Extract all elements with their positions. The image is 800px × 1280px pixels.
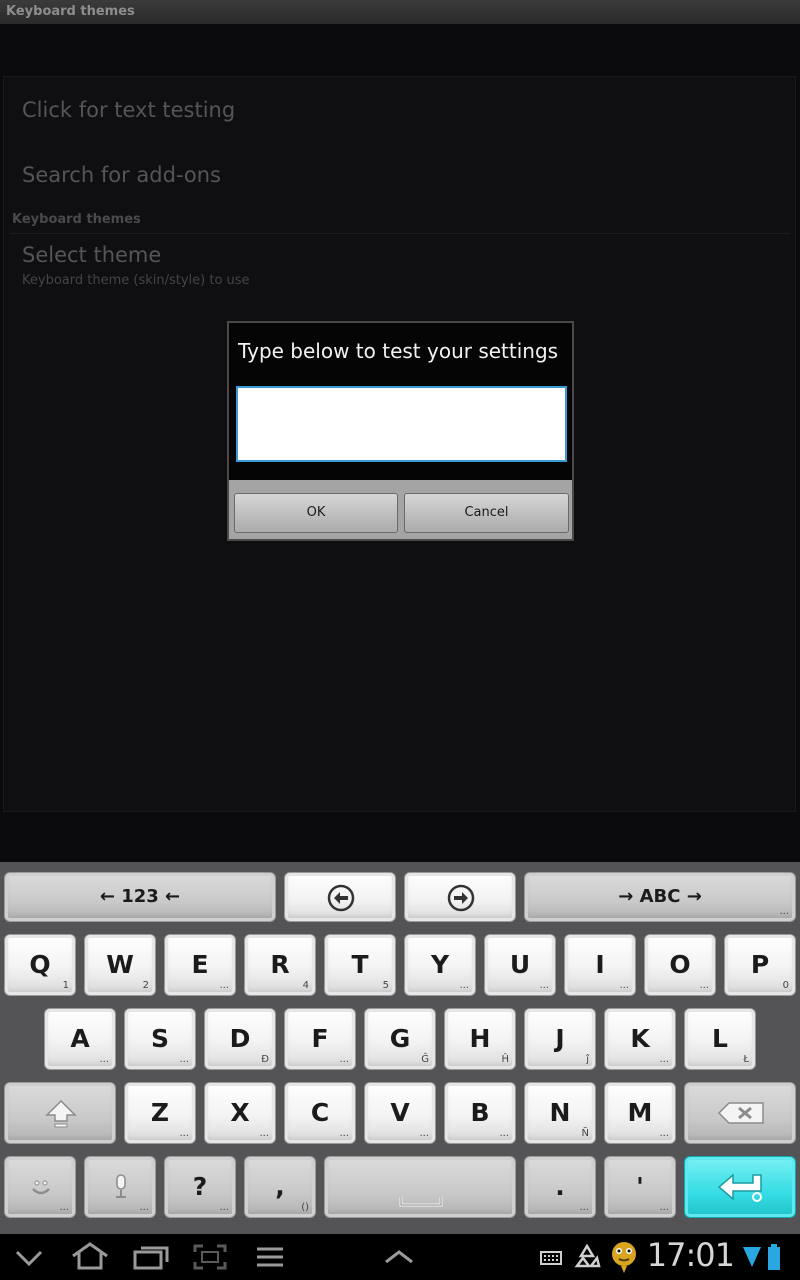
key-j[interactable]: Jĵ [524,1008,596,1070]
enter-key[interactable] [684,1156,796,1218]
soft-keyboard: ← 123 ← → ABC → ... Q1 W2 E... R4 T5 Y..… [0,862,800,1234]
apostrophe-key[interactable]: '... [604,1156,676,1218]
microphone-icon [116,1174,126,1198]
backspace-icon [717,1102,764,1124]
letters-mode-key[interactable]: → ABC → ... [524,872,796,922]
system-bar: 17:01 [0,1234,800,1280]
cancel-button[interactable]: Cancel [404,493,569,533]
backspace-key[interactable] [684,1082,796,1144]
cursor-left-key[interactable] [284,872,396,922]
shift-arrow-icon [45,1099,77,1128]
key-h[interactable]: HĤ [444,1008,516,1070]
key-z[interactable]: Z... [124,1082,196,1144]
enter-arrow-icon [717,1173,762,1202]
key-n[interactable]: NÑ [524,1082,596,1144]
letters-mode-label: → ABC → [618,886,702,908]
key-g[interactable]: GĜ [364,1008,436,1070]
key-x[interactable]: X... [204,1082,276,1144]
menu-icon[interactable] [255,1246,285,1268]
emoji-key[interactable]: ... [4,1156,76,1218]
screenshot-icon[interactable] [193,1244,227,1270]
key-t[interactable]: T5 [324,934,396,996]
recycle-icon [574,1244,601,1268]
key-y[interactable]: Y... [404,934,476,996]
category-divider [10,233,790,234]
key-d[interactable]: DĐ [204,1008,276,1070]
key-l[interactable]: LŁ [684,1008,756,1070]
window-title: Keyboard themes [0,0,800,24]
key-u[interactable]: U... [484,934,556,996]
numbers-mode-key[interactable]: ← 123 ← [4,872,276,922]
numbers-mode-label: ← 123 ← [99,886,181,908]
period-key[interactable]: .... [524,1156,596,1218]
status-clock: 17:01 [646,1236,735,1274]
key-p[interactable]: P0 [724,934,796,996]
comma-key[interactable]: ,() [244,1156,316,1218]
test-text-input[interactable] [236,386,567,462]
dialog-title: Type below to test your settings [238,339,559,363]
key-b[interactable]: B... [444,1082,516,1144]
home-icon[interactable] [70,1242,110,1270]
cursor-right-key[interactable] [404,872,516,922]
key-f[interactable]: F... [284,1008,356,1070]
pref-category-keyboard-themes: Keyboard themes [12,212,141,227]
shift-key[interactable] [4,1082,116,1144]
space-icon [399,1197,443,1207]
app-face-icon [612,1242,636,1273]
pref-select-theme[interactable]: Select theme [22,243,161,267]
key-o[interactable]: O... [644,934,716,996]
key-m[interactable]: M... [604,1082,676,1144]
key-s[interactable]: S... [124,1008,196,1070]
recent-apps-icon[interactable] [133,1244,169,1270]
space-key[interactable] [324,1156,516,1218]
letters-mode-sub: ... [779,906,789,917]
pref-select-theme-summary: Keyboard theme (skin/style) to use [22,273,250,288]
test-settings-dialog: Type below to test your settings OK Canc… [227,321,574,541]
wifi-icon [743,1247,761,1267]
key-v[interactable]: V... [364,1082,436,1144]
ok-button[interactable]: OK [234,493,398,533]
pref-search-addons[interactable]: Search for add-ons [22,163,221,187]
battery-icon [768,1244,780,1270]
key-c[interactable]: C... [284,1082,356,1144]
microphone-key[interactable]: ... [84,1156,156,1218]
keyboard-status-icon [540,1251,562,1265]
key-w[interactable]: W2 [84,934,156,996]
back-icon[interactable] [14,1248,44,1268]
key-e[interactable]: E... [164,934,236,996]
question-key[interactable]: ?... [164,1156,236,1218]
dialog-button-bar: OK Cancel [229,480,572,539]
arrow-right-circle-icon [447,884,475,912]
arrow-left-circle-icon [327,884,355,912]
key-i[interactable]: I... [564,934,636,996]
pref-text-testing[interactable]: Click for text testing [22,98,235,122]
key-k[interactable]: K... [604,1008,676,1070]
key-r[interactable]: R4 [244,934,316,996]
smiley-icon [32,1180,50,1195]
key-q[interactable]: Q1 [4,934,76,996]
hide-keyboard-icon[interactable] [382,1248,416,1266]
key-a[interactable]: A... [44,1008,116,1070]
